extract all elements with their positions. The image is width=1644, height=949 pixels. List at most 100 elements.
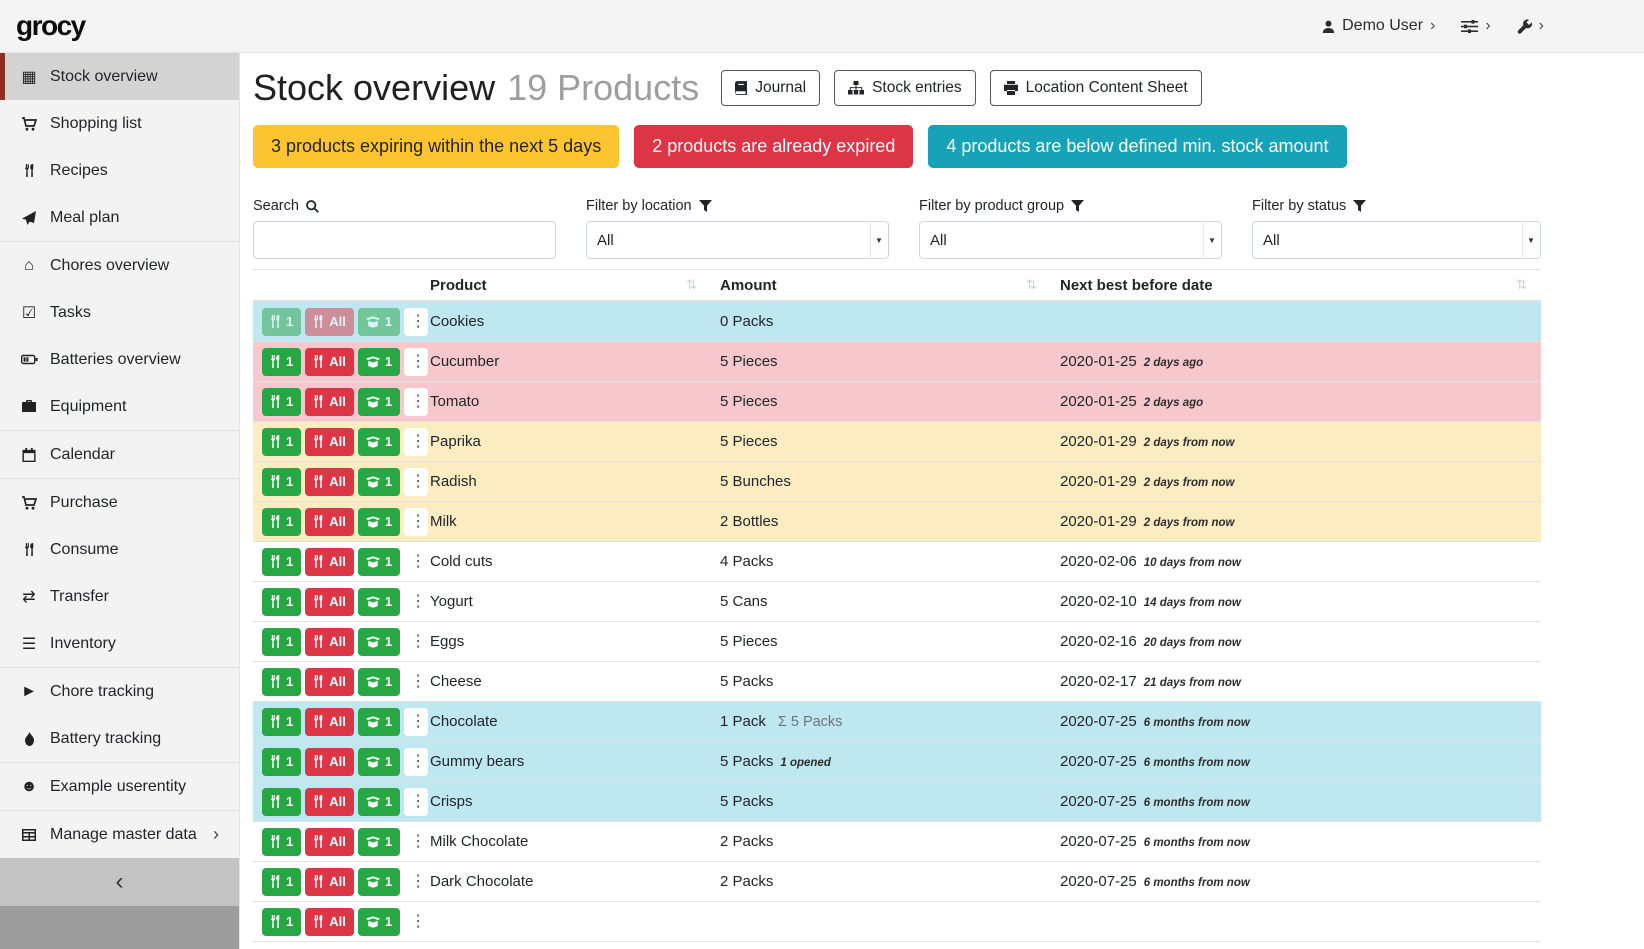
consume-one-button[interactable]: 1: [262, 748, 301, 776]
consume-one-button[interactable]: 1: [262, 508, 301, 536]
sidebar-item-tasks[interactable]: ☑ Tasks ›: [0, 289, 239, 336]
consume-one-button[interactable]: 1: [262, 388, 301, 416]
consume-one-button[interactable]: 1: [262, 628, 301, 656]
app-logo[interactable]: grocy: [16, 10, 85, 42]
stock-entries-button[interactable]: Stock entries: [834, 70, 976, 106]
consume-one-button[interactable]: 1: [262, 868, 301, 896]
status-banner-3[interactable]: 4 products are below defined min. stock …: [928, 125, 1346, 168]
consume-all-button[interactable]: All: [305, 668, 354, 696]
sidebar-item-meal-plan[interactable]: Meal plan ›: [0, 194, 239, 241]
date-note: 6 months from now: [1144, 797, 1250, 809]
sort-icon[interactable]: ⇅: [1026, 277, 1037, 293]
table-row: 1 All 1 ⋮ Radish 5 Bunches 2020-01-292 d…: [253, 462, 1541, 502]
sidebar-item-manage-master-data[interactable]: Manage master data ›: [0, 811, 239, 858]
filter-by-status-select[interactable]: All ▼: [1252, 221, 1541, 259]
search-input[interactable]: [253, 221, 556, 259]
sidebar-item-batteries-overview[interactable]: Batteries overview ›: [0, 336, 239, 383]
consume-all-button[interactable]: All: [305, 308, 354, 336]
open-one-button[interactable]: 1: [358, 788, 400, 816]
location-content-sheet-button[interactable]: Location Content Sheet: [990, 70, 1202, 106]
row-actions: 1 All 1 ⋮: [253, 588, 421, 616]
sidebar-item-inventory[interactable]: ☰ Inventory ›: [0, 620, 239, 667]
utensils-icon: [270, 395, 281, 408]
consume-all-button[interactable]: All: [305, 348, 354, 376]
status-banner-1[interactable]: 3 products expiring within the next 5 da…: [253, 125, 619, 168]
product-column-header[interactable]: Product ⇅: [421, 270, 711, 300]
open-one-button[interactable]: 1: [358, 308, 400, 336]
consume-all-button[interactable]: All: [305, 468, 354, 496]
consume-one-button[interactable]: 1: [262, 428, 301, 456]
open-one-button[interactable]: 1: [358, 908, 400, 936]
journal-button[interactable]: Journal: [721, 70, 820, 106]
filter-by-location-select[interactable]: All ▼: [586, 221, 889, 259]
consume-one-button[interactable]: 1: [262, 588, 301, 616]
consume-one-button[interactable]: 1: [262, 468, 301, 496]
date-note: 6 months from now: [1144, 757, 1250, 769]
admin-menu[interactable]: ›: [1517, 17, 1544, 35]
consume-all-button[interactable]: All: [305, 588, 354, 616]
consume-one-button[interactable]: 1: [262, 708, 301, 736]
product-name: Cold cuts: [421, 553, 711, 570]
amount-column-header[interactable]: Amount ⇅: [711, 270, 1051, 300]
open-one-button[interactable]: 1: [358, 508, 400, 536]
amount-cell: 2 Packs: [711, 833, 1051, 850]
consume-all-button[interactable]: All: [305, 868, 354, 896]
open-one-button[interactable]: 1: [358, 428, 400, 456]
row-menu-button[interactable]: ⋮: [404, 908, 428, 936]
consume-one-button[interactable]: 1: [262, 908, 301, 936]
sidebar-item-chores-overview[interactable]: ⌂ Chores overview ›: [0, 242, 239, 289]
best-before-column-header[interactable]: Next best before date ⇅: [1051, 270, 1541, 300]
table-row: 1 All 1 ⋮ Cucumber 5 Pieces 2020-01-252 …: [253, 342, 1541, 382]
consume-all-button[interactable]: All: [305, 828, 354, 856]
open-one-button[interactable]: 1: [358, 348, 400, 376]
topbar-right: Demo User › › ›: [1322, 17, 1544, 35]
open-one-button[interactable]: 1: [358, 748, 400, 776]
sidebar-item-consume[interactable]: Consume ›: [0, 526, 239, 573]
sidebar-collapse-button[interactable]: ‹: [0, 858, 239, 906]
consume-one-button[interactable]: 1: [262, 548, 301, 576]
open-one-button[interactable]: 1: [358, 708, 400, 736]
consume-all-button[interactable]: All: [305, 708, 354, 736]
sidebar-item-recipes[interactable]: Recipes ›: [0, 147, 239, 194]
consume-one-button[interactable]: 1: [262, 788, 301, 816]
consume-all-button[interactable]: All: [305, 428, 354, 456]
chevron-right-icon: ›: [1485, 17, 1490, 35]
consume-one-button[interactable]: 1: [262, 348, 301, 376]
consume-all-button[interactable]: All: [305, 748, 354, 776]
consume-all-button[interactable]: All: [305, 548, 354, 576]
consume-one-button[interactable]: 1: [262, 828, 301, 856]
filter-by-product-group-select[interactable]: All ▼: [919, 221, 1222, 259]
open-one-button[interactable]: 1: [358, 828, 400, 856]
consume-all-button[interactable]: All: [305, 788, 354, 816]
sidebar-item-equipment[interactable]: Equipment ›: [0, 383, 239, 430]
sidebar-item-stock-overview[interactable]: ▦ Stock overview ›: [0, 53, 239, 100]
sidebar-item-calendar[interactable]: Calendar ›: [0, 431, 239, 478]
sidebar-item-shopping-list[interactable]: Shopping list ›: [0, 100, 239, 147]
settings-menu[interactable]: ›: [1461, 17, 1490, 35]
open-one-button[interactable]: 1: [358, 388, 400, 416]
consume-all-button[interactable]: All: [305, 508, 354, 536]
best-before-cell: 2020-01-292 days from now: [1051, 513, 1541, 530]
consume-all-button[interactable]: All: [305, 628, 354, 656]
open-one-button[interactable]: 1: [358, 588, 400, 616]
sort-icon[interactable]: ⇅: [686, 277, 697, 293]
table-row: 1 All 1 ⋮ Eggs 5 Pieces 2020-02-1620 day…: [253, 622, 1541, 662]
open-one-button[interactable]: 1: [358, 548, 400, 576]
utensils-icon: [270, 835, 281, 848]
consume-all-button[interactable]: All: [305, 908, 354, 936]
user-menu[interactable]: Demo User ›: [1322, 17, 1435, 35]
open-one-button[interactable]: 1: [358, 468, 400, 496]
open-one-button[interactable]: 1: [358, 628, 400, 656]
open-one-button[interactable]: 1: [358, 668, 400, 696]
status-banner-2[interactable]: 2 products are already expired: [634, 125, 913, 168]
open-one-button[interactable]: 1: [358, 868, 400, 896]
consume-all-button[interactable]: All: [305, 388, 354, 416]
sidebar-item-chore-tracking[interactable]: ► Chore tracking ›: [0, 668, 239, 715]
sort-icon[interactable]: ⇅: [1516, 277, 1527, 293]
sidebar-item-transfer[interactable]: ⇄ Transfer ›: [0, 573, 239, 620]
sidebar-item-purchase[interactable]: Purchase ›: [0, 479, 239, 526]
sidebar-item-example-userentity[interactable]: ☻ Example userentity ›: [0, 763, 239, 810]
consume-one-button[interactable]: 1: [262, 668, 301, 696]
sidebar-item-battery-tracking[interactable]: Battery tracking ›: [0, 715, 239, 762]
consume-one-button[interactable]: 1: [262, 308, 301, 336]
